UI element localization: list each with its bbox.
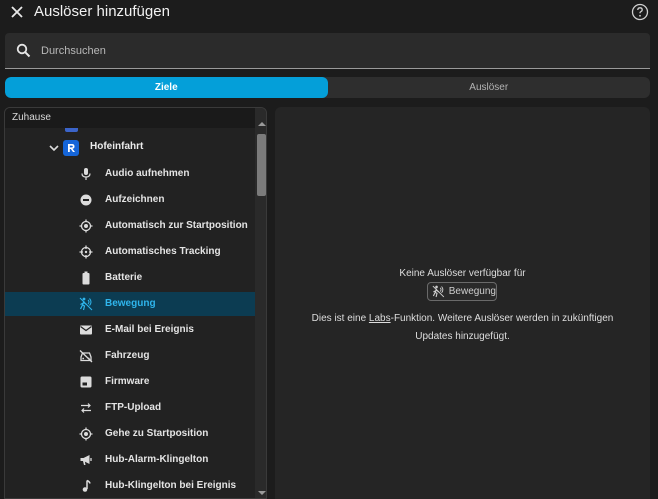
firmware-icon	[80, 376, 92, 388]
camera-device-icon	[63, 140, 79, 156]
scrollbar-thumb[interactable]	[257, 134, 266, 196]
tree-item-label: Audio aufnehmen	[105, 168, 190, 179]
help-circle-icon	[631, 3, 649, 21]
labs-link[interactable]: Labs	[369, 313, 391, 324]
record-icon	[80, 194, 92, 206]
tree-item-label: Bewegung	[105, 298, 156, 309]
chip-label: Bewegung	[448, 286, 496, 297]
dialog-title: Auslöser hinzufügen	[34, 3, 170, 20]
megaphone-icon	[80, 455, 92, 465]
tree-item-bewegung[interactable]: Bewegung	[5, 292, 255, 316]
tree-item-label: Gehe zu Startposition	[105, 428, 209, 439]
scroll-down-arrow-icon[interactable]	[258, 491, 266, 495]
search-field[interactable]	[5, 33, 650, 69]
partial-device-icon	[65, 128, 78, 132]
mail-icon	[80, 325, 92, 335]
desc-text-after: -Funktion. Weitere Auslöser werden in zu…	[390, 313, 614, 342]
tree-item-batterie[interactable]: Batterie	[5, 266, 255, 290]
tree-item-ftp-upload[interactable]: FTP-Upload	[5, 396, 255, 420]
labs-description: Dies ist eine Labs-Funktion. Weitere Aus…	[295, 310, 630, 346]
tree-item-hub-klingelton-bei-ereignis[interactable]: Hub-Klingelton bei Ereignis	[5, 474, 255, 498]
crosshair-icon	[79, 245, 93, 259]
tree-item-label: Firmware	[105, 376, 150, 387]
tab-ziele[interactable]: Ziele	[5, 77, 328, 98]
device-tree: Zuhause Hofeinfahrt Audio aufnehmen Aufz…	[4, 107, 267, 499]
selected-trigger-chip: Bewegung	[427, 282, 497, 301]
empty-state-title: Keine Auslöser verfügbar für	[399, 268, 526, 279]
music-note-icon	[82, 479, 91, 492]
tree-item-email-bei-ereignis[interactable]: E-Mail bei Ereignis	[5, 318, 255, 342]
search-input[interactable]	[41, 33, 641, 69]
tree-item-label: Batterie	[105, 272, 143, 283]
close-button[interactable]	[8, 3, 26, 21]
tree-item-label: Hub-Klingelton bei Ereignis	[105, 480, 237, 491]
tree-item-hub-alarm-klingelton[interactable]: Hub-Alarm-Klingelton	[5, 448, 255, 472]
tree-item-label: FTP-Upload	[105, 402, 162, 413]
swap-arrows-icon	[81, 403, 91, 413]
tab-ausloeser[interactable]: Auslöser	[328, 77, 651, 98]
tree-item-automatisch-zur-startposition[interactable]: Automatisch zur Startposition	[5, 214, 255, 238]
tree-group-hofeinfahrt[interactable]: Hofeinfahrt	[5, 136, 255, 160]
tree-item-label: Automatisch zur Startposition	[105, 220, 248, 231]
motion-icon	[79, 297, 93, 311]
tree-item-label: Automatisches Tracking	[105, 246, 221, 257]
battery-icon	[82, 271, 90, 285]
tree-item-gehe-zu-startposition[interactable]: Gehe zu Startposition	[5, 422, 255, 446]
tree-item-label: Hub-Alarm-Klingelton	[105, 454, 209, 465]
car-off-icon	[79, 350, 93, 363]
tree-item-label: E-Mail bei Ereignis	[105, 324, 194, 335]
tree-header: Zuhause	[5, 108, 255, 128]
close-icon	[11, 6, 23, 18]
microphone-icon	[81, 168, 91, 180]
chevron-down-icon[interactable]	[48, 142, 60, 154]
help-button[interactable]	[631, 3, 649, 21]
dialog-header: Auslöser hinzufügen	[0, 0, 658, 26]
motion-icon	[432, 285, 445, 298]
target-icon	[79, 219, 93, 233]
tree-item-firmware[interactable]: Firmware	[5, 370, 255, 394]
tree-item-label: Fahrzeug	[105, 350, 150, 361]
tree-item-automatisches-tracking[interactable]: Automatisches Tracking	[5, 240, 255, 264]
tree-item-label: Aufzeichnen	[105, 194, 165, 205]
tree-item-aufzeichnen[interactable]: Aufzeichnen	[5, 188, 255, 212]
target-icon	[79, 427, 93, 441]
scroll-up-arrow-icon[interactable]	[258, 122, 266, 126]
search-icon	[16, 43, 31, 58]
tree-item-audio-aufnehmen[interactable]: Audio aufnehmen	[5, 162, 255, 186]
tab-bar: Ziele Auslöser	[5, 77, 650, 98]
detail-panel: Keine Auslöser verfügbar für Bewegung Di…	[275, 107, 650, 499]
tree-item-fahrzeug[interactable]: Fahrzeug	[5, 344, 255, 368]
group-label: Hofeinfahrt	[90, 141, 144, 152]
desc-text-before: Dies ist eine	[311, 313, 369, 324]
